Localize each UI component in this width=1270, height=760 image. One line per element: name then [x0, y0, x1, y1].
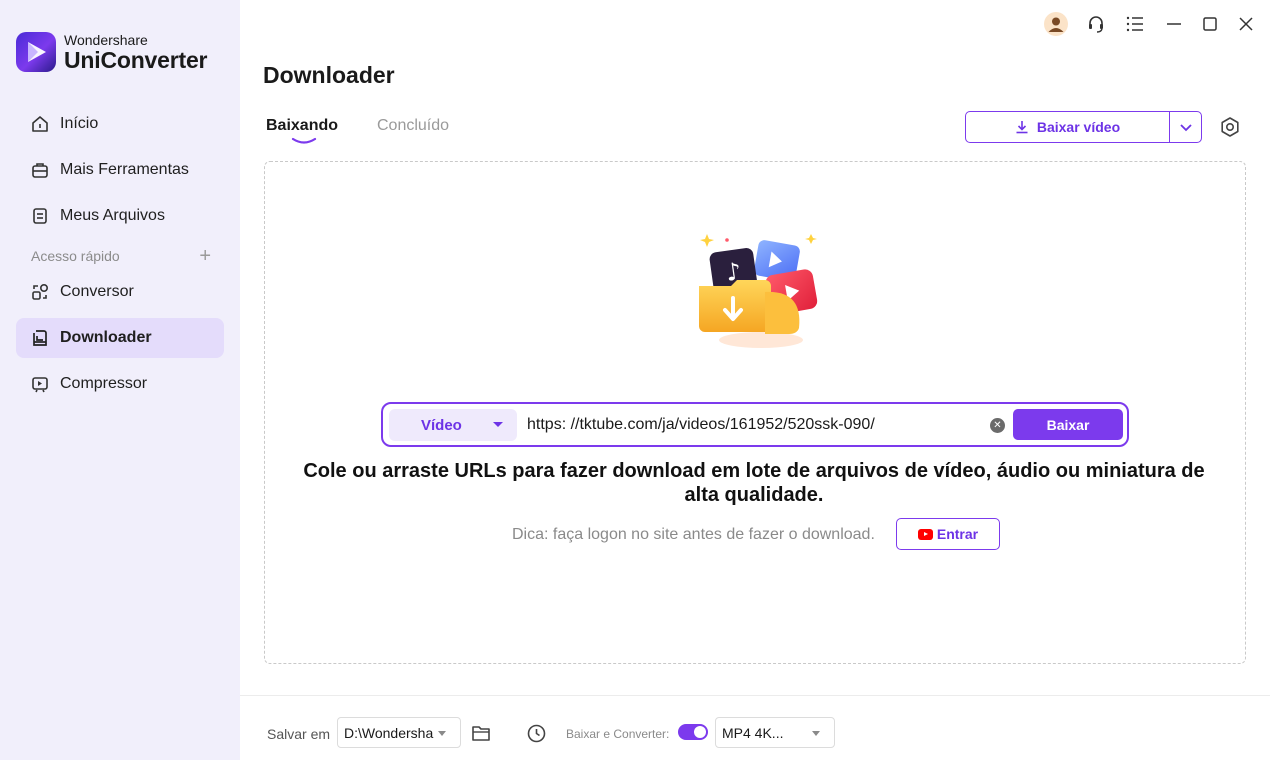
converter-icon: [30, 282, 50, 302]
download-video-label: Baixar vídeo: [1036, 119, 1121, 135]
avatar[interactable]: [1044, 12, 1068, 36]
toolbox-icon: [30, 160, 50, 180]
sidebar-item-label: Início: [60, 115, 99, 132]
maximize-icon[interactable]: [1199, 12, 1221, 36]
download-icon: [1016, 121, 1028, 134]
login-button-label: Entrar: [936, 526, 979, 542]
add-quick-access-icon[interactable]: +: [199, 246, 211, 266]
sidebar-item-label: Compressor: [60, 375, 148, 392]
baixar-button[interactable]: Baixar: [1013, 409, 1123, 440]
support-headset-icon[interactable]: [1085, 12, 1107, 36]
download-convert-toggle[interactable]: [678, 724, 708, 740]
download-convert-label: Baixar e Converter:: [566, 727, 670, 741]
active-tab-indicator: [291, 137, 317, 144]
sidebar-item-inicio[interactable]: Início: [16, 104, 224, 144]
caret-down-icon: [812, 731, 820, 736]
sidebar-item-mais-ferramentas[interactable]: Mais Ferramentas: [16, 150, 224, 190]
download-video-split-button: Baixar vídeo: [965, 111, 1202, 143]
tab-concluido[interactable]: Concluído: [377, 117, 449, 135]
menu-list-icon[interactable]: [1124, 12, 1146, 36]
folder-icon[interactable]: [471, 724, 491, 742]
download-illustration-icon: ♪: [699, 234, 818, 348]
uniconverter-logo-icon: [16, 32, 56, 72]
instructions-headline: Cole ou arraste URLs para fazer download…: [303, 460, 1205, 506]
save-path-select[interactable]: D:\Wondersha: [337, 717, 461, 748]
quick-access-header: Acesso rápido +: [31, 246, 211, 266]
caret-down-icon: [493, 422, 503, 427]
caret-down-icon: [438, 731, 446, 736]
sidebar-item-label: Meus Arquivos: [60, 207, 165, 224]
sidebar: Wondershare UniConverter Início Mais Fer…: [0, 0, 240, 760]
download-options-dropdown[interactable]: [1170, 112, 1201, 142]
login-hint: Dica: faça logon no site antes de fazer …: [512, 526, 875, 543]
login-button[interactable]: Entrar: [896, 518, 1000, 550]
compressor-icon: [30, 374, 50, 394]
clear-url-icon[interactable]: ✕: [990, 418, 1005, 433]
footer-bar: Salvar em D:\Wondersha Baixar e Converte…: [240, 695, 1270, 760]
brand: Wondershare UniConverter: [16, 32, 207, 72]
quick-access-label: Acesso rápido: [31, 248, 120, 264]
sidebar-item-label: Mais Ferramentas: [60, 161, 189, 178]
file-icon: [30, 206, 50, 226]
page-title: Downloader: [263, 62, 395, 88]
chevron-down-icon: [1179, 124, 1192, 132]
media-type-value: Vídeo: [421, 416, 462, 434]
minimize-icon[interactable]: [1163, 12, 1185, 36]
home-icon: [30, 114, 50, 134]
clock-icon[interactable]: [527, 724, 546, 743]
save-location-label: Salvar em: [267, 726, 331, 742]
sidebar-item-label: Downloader: [60, 329, 152, 346]
sidebar-item-meus-arquivos[interactable]: Meus Arquivos: [16, 196, 224, 236]
url-input[interactable]: [527, 411, 977, 439]
download-video-button[interactable]: Baixar vídeo: [966, 112, 1169, 142]
close-icon[interactable]: [1235, 12, 1257, 36]
url-input-bar: Vídeo ✕ Baixar: [381, 402, 1129, 447]
gear-icon[interactable]: [1219, 116, 1241, 138]
downloader-icon: [30, 328, 50, 348]
brand-product: UniConverter: [64, 46, 208, 73]
sidebar-item-compressor[interactable]: Compressor: [16, 364, 224, 404]
tab-baixando[interactable]: Baixando: [266, 117, 338, 135]
sidebar-item-downloader[interactable]: Downloader: [16, 318, 224, 358]
output-format-value: MP4 4K...: [722, 724, 784, 741]
media-type-select[interactable]: Vídeo: [389, 409, 517, 441]
brand-company: Wondershare: [64, 31, 148, 48]
youtube-icon: [917, 528, 933, 540]
sidebar-item-conversor[interactable]: Conversor: [16, 272, 224, 312]
output-format-select[interactable]: MP4 4K...: [715, 717, 835, 748]
sidebar-item-label: Conversor: [60, 283, 134, 300]
save-path-value: D:\Wondersha: [344, 724, 434, 741]
